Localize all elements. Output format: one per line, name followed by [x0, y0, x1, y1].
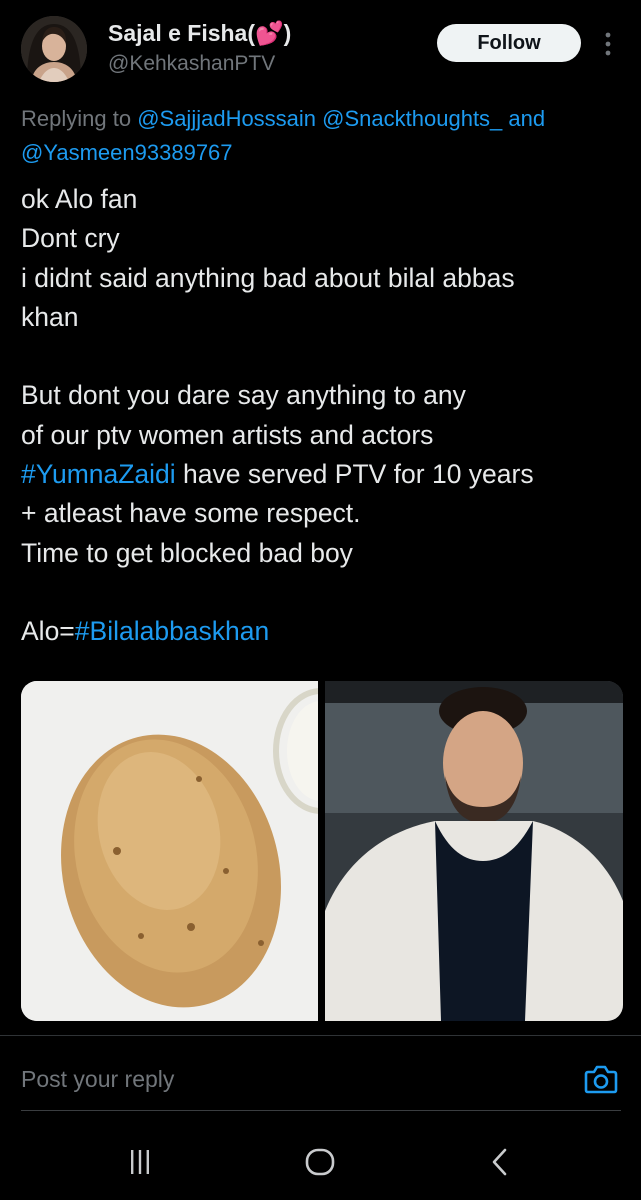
tweet-text-line: khan — [21, 301, 79, 332]
author-handle[interactable]: @KehkashanPTV — [108, 52, 275, 76]
tweet-text-line: ok Alo fan — [21, 184, 138, 214]
tweet-text-line: Dont cry — [21, 223, 120, 254]
more-vertical-icon[interactable] — [598, 30, 618, 58]
follow-button[interactable]: Follow — [437, 24, 581, 62]
tweet-text-line: + atleast have some respect. — [21, 498, 361, 529]
tweet-text-line: #YumnaZaidi have served PTV for 10 years — [21, 455, 631, 494]
recent-apps-icon[interactable] — [120, 1144, 160, 1180]
hashtag-link[interactable]: #Bilalabbaskhan — [75, 616, 269, 646]
tweet-text-line: Time to get blocked bad boy — [21, 537, 353, 568]
author-name[interactable]: Sajal e Fisha(💕) — [108, 20, 291, 47]
system-nav-bar — [0, 1126, 641, 1200]
media-image-person[interactable] — [325, 681, 623, 1021]
mention-link[interactable]: @Snackthoughts_ — [322, 106, 502, 131]
reply-bar: Post your reply — [0, 1036, 641, 1126]
tweet-text-line: of our ptv women artists and actors — [21, 419, 434, 450]
tweet-text: ok Alo fan Dont cry i didnt said anythin… — [21, 180, 631, 652]
media-grid — [21, 681, 623, 1021]
tweet-text-line — [21, 573, 631, 612]
tweet-text-line — [21, 337, 631, 376]
tweet-text-line: i didnt said anything bad about bilal ab… — [21, 262, 515, 293]
tweet-text-line: But dont you dare say anything to any — [21, 380, 466, 411]
media-image-potato[interactable] — [21, 681, 318, 1021]
reply-input[interactable]: Post your reply — [21, 1066, 174, 1093]
mention-link[interactable]: @SajjjadHosssain — [137, 106, 316, 131]
tweet-text-fragment: have served PTV for 10 years — [175, 459, 534, 490]
avatar[interactable] — [21, 16, 87, 82]
replying-to: Replying to @SajjjadHosssain @Snackthoug… — [21, 102, 626, 170]
mention-and[interactable]: and — [508, 106, 545, 131]
replying-prefix: Replying to — [21, 106, 138, 131]
camera-icon[interactable] — [584, 1063, 618, 1095]
mention-link[interactable]: @Yasmeen93389767 — [21, 140, 233, 165]
hashtag-link[interactable]: #YumnaZaidi — [21, 459, 176, 489]
tweet: Sajal e Fisha(💕) @KehkashanPTV Follow Re… — [0, 0, 641, 1035]
tweet-text-line: Alo=#Bilalabbaskhan — [21, 612, 631, 651]
reply-underline — [21, 1110, 621, 1111]
back-icon[interactable] — [480, 1144, 520, 1180]
tweet-text-fragment: Alo= — [21, 616, 75, 647]
home-icon[interactable] — [300, 1144, 340, 1180]
avatar-image — [21, 16, 87, 82]
